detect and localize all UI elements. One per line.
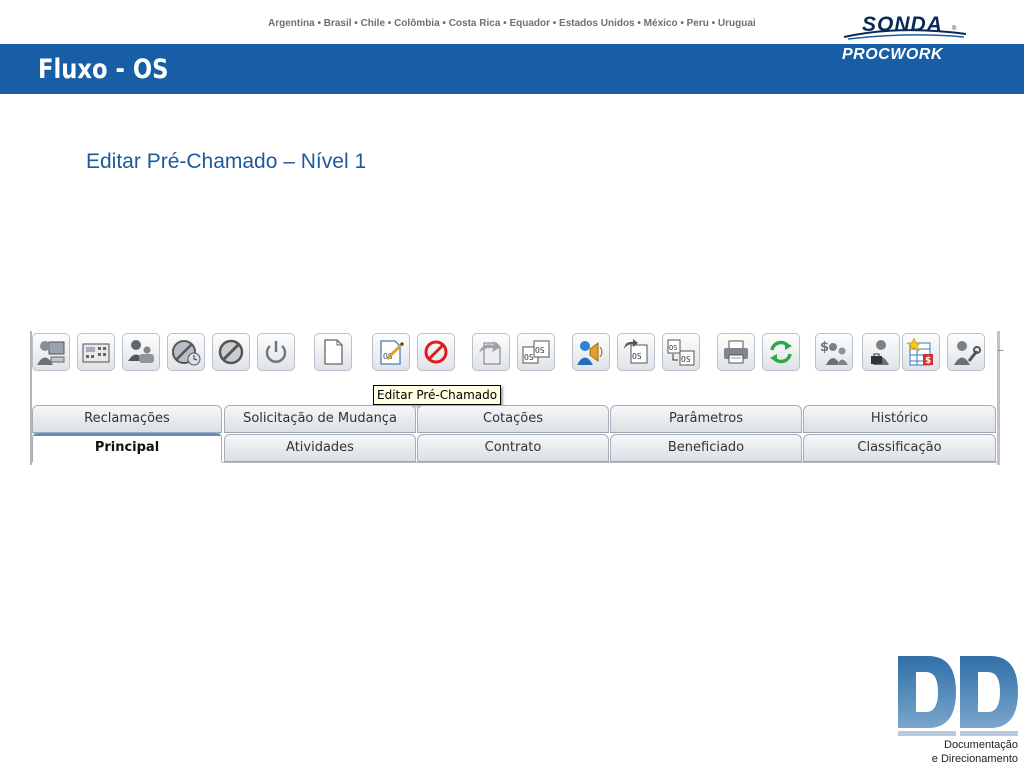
calculator-button[interactable] (77, 333, 115, 371)
procwork-logo-text: PROCWORK (842, 46, 944, 63)
tab-contrato[interactable]: Contrato (417, 434, 609, 462)
spreadsheet-star-button[interactable]: $ (902, 333, 940, 371)
os-transfer-icon: OS OS (667, 339, 695, 366)
tab-beneficiado[interactable]: Beneficiado (610, 434, 802, 462)
refresh-icon (770, 340, 792, 364)
user-briefcase-icon (871, 340, 889, 365)
svg-text:OS: OS (632, 352, 642, 361)
slide-subtitle: Editar Pré-Chamado – Nível 1 (86, 150, 367, 173)
cancel-circle-icon (218, 339, 244, 365)
tab-reclamacoes[interactable]: Reclamações (32, 405, 222, 433)
user-tools-icon (954, 341, 981, 365)
os-copy-button[interactable]: OS OS (517, 333, 555, 371)
page-title: Fluxo - OS (38, 54, 169, 85)
tab-atividades[interactable]: Atividades (224, 434, 416, 462)
os-transfer-button[interactable]: OS OS (662, 333, 700, 371)
forward-document-button[interactable] (472, 333, 510, 371)
user-computer-icon (37, 341, 65, 365)
power-icon (265, 341, 287, 363)
dd-caption-line2: e Direcionamento (931, 753, 1018, 765)
user-computer-button[interactable] (32, 333, 70, 371)
forbidden-icon (424, 340, 448, 364)
user-briefcase-button[interactable] (862, 333, 900, 371)
announce-user-button[interactable] (572, 333, 610, 371)
canceled-clock-icon (172, 340, 201, 366)
os-return-icon: OS (624, 339, 648, 364)
user-group-button[interactable] (122, 333, 160, 371)
printer-button[interactable] (717, 333, 755, 371)
tab-classificacao[interactable]: Classificação (803, 434, 996, 462)
tab-cotacoes[interactable]: Cotações (417, 405, 609, 433)
dd-logo-caption: Documentação e Direcionamento (932, 738, 1018, 766)
tab-historico[interactable]: Histórico (803, 405, 996, 433)
canceled-clock-button[interactable] (167, 333, 205, 371)
edit-document-button[interactable]: OS (372, 333, 410, 371)
power-button[interactable] (257, 333, 295, 371)
forbidden-button[interactable] (417, 333, 455, 371)
tooltip-editar-pre-chamado: Editar Pré-Chamado (373, 385, 502, 405)
dd-logo: DD (898, 656, 1018, 736)
os-copy-icon: OSOS (522, 340, 550, 364)
tab-solicitacao-de-mudanca[interactable]: Solicitação de Mudança (224, 405, 416, 433)
tab-strip-divider (222, 462, 997, 463)
user-group-icon (128, 340, 154, 363)
dd-caption-line1: Documentação (944, 739, 1018, 751)
tab-principal[interactable]: Principal (32, 432, 222, 462)
svg-text:®: ® (952, 25, 957, 32)
toolbar-overflow-marker[interactable]: – (998, 345, 1004, 356)
announce-user-icon (577, 341, 603, 365)
tab-parametros[interactable]: Parâmetros (610, 405, 802, 433)
edit-document-icon: OS (380, 340, 405, 365)
forward-document-icon (479, 341, 501, 365)
new-document-button[interactable] (314, 333, 352, 371)
printer-icon (724, 340, 748, 364)
svg-text:OS: OS (669, 344, 677, 352)
spreadsheet-star-icon: $ (906, 337, 933, 366)
toolbar: OS OSOS OS OSOS $ (32, 331, 1004, 373)
svg-text:$: $ (925, 356, 931, 366)
os-return-button[interactable]: OS (617, 333, 655, 371)
refresh-button[interactable] (762, 333, 800, 371)
app-screenshot: OS OSOS OS OSOS $ (30, 331, 1004, 465)
svg-text:PROCWORK: PROCWORK (842, 46, 944, 63)
cancel-circle-button[interactable] (212, 333, 250, 371)
new-document-icon (324, 339, 343, 365)
svg-text:$: $ (820, 340, 829, 355)
finance-users-icon: $ (820, 340, 848, 365)
calculator-icon (82, 343, 110, 363)
user-tools-button[interactable] (947, 333, 985, 371)
svg-text:OS: OS (524, 353, 534, 362)
countries-list: Argentina • Brasil • Chile • Colômbia • … (268, 18, 756, 29)
title-banner: Fluxo - OS PROCWORK (0, 44, 1024, 94)
svg-text:OS: OS (535, 346, 545, 355)
svg-text:OS: OS (681, 355, 691, 364)
finance-users-button[interactable]: $ (815, 333, 853, 371)
